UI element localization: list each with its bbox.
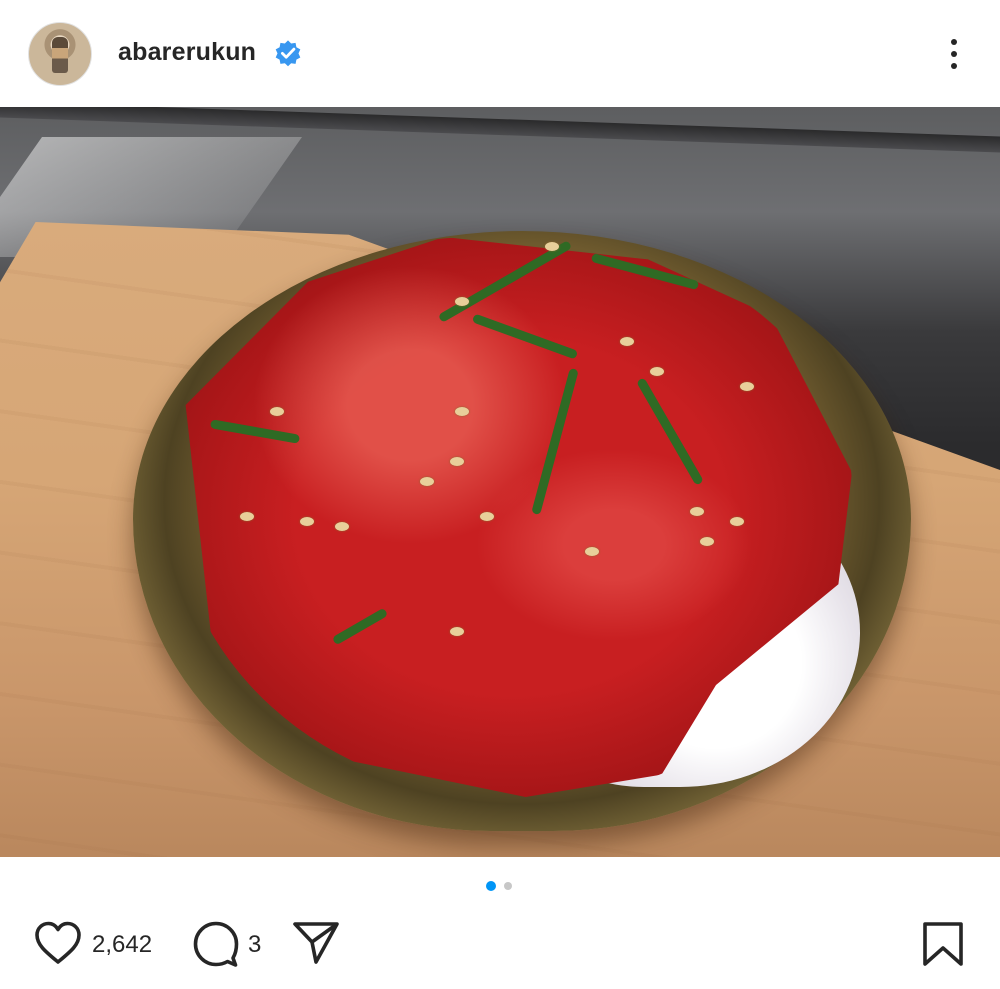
send-icon[interactable] xyxy=(292,921,340,965)
sesame-seed xyxy=(650,367,664,376)
sesame-seed xyxy=(730,517,744,526)
sesame-seed xyxy=(300,517,314,526)
sesame-seed xyxy=(585,547,599,556)
avatar-figure xyxy=(52,37,68,73)
comment-icon[interactable] xyxy=(192,920,240,968)
sesame-seed xyxy=(420,477,434,486)
sesame-seed xyxy=(240,512,254,521)
carousel-dot xyxy=(504,882,512,890)
sesame-seed xyxy=(450,627,464,636)
sesame-seed xyxy=(480,512,494,521)
sesame-seed xyxy=(455,407,469,416)
sesame-seed xyxy=(690,507,704,516)
sesame-seed xyxy=(335,522,349,531)
sesame-seed xyxy=(740,382,754,391)
comment-count[interactable]: 3 xyxy=(248,931,261,959)
like-count[interactable]: 2,642 xyxy=(92,931,152,959)
more-options-icon[interactable] xyxy=(940,34,970,74)
verified-badge-icon xyxy=(275,40,301,67)
sesame-seed xyxy=(450,457,464,466)
username[interactable]: abarerukun xyxy=(118,38,256,67)
sesame-seed xyxy=(545,242,559,251)
heart-icon[interactable] xyxy=(34,921,82,965)
profile-avatar[interactable] xyxy=(28,22,92,86)
sesame-seed xyxy=(270,407,284,416)
post-image[interactable] xyxy=(0,107,1000,857)
sesame-seed xyxy=(620,337,634,346)
sesame-seed xyxy=(455,297,469,306)
bookmark-icon[interactable] xyxy=(922,921,964,967)
post-actions-bar: 2,642 3 xyxy=(0,857,1000,989)
carousel-indicator xyxy=(486,881,516,893)
sesame-seed xyxy=(700,537,714,546)
post-header: abarerukun xyxy=(0,0,1000,107)
carousel-dot-active xyxy=(486,881,496,891)
